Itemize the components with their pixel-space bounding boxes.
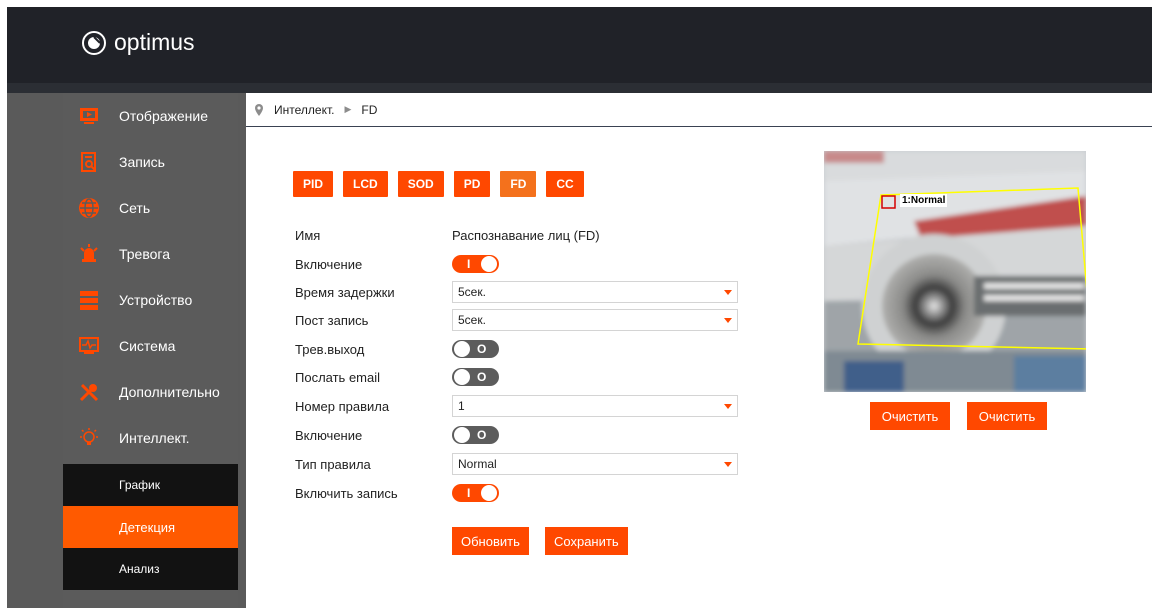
location-pin-icon <box>255 103 263 116</box>
logo-text: optimus <box>114 29 195 55</box>
record-enable-label: Включить запись <box>295 485 398 501</box>
sidebar-item-label: Интеллект. <box>119 430 190 446</box>
logo-icon <box>82 30 106 55</box>
dropdown-arrow-icon <box>724 290 732 295</box>
top-bar: optimus <box>7 7 1152 83</box>
post-record-label: Пост запись <box>295 312 369 328</box>
row-alarm-out: Трев.выход O <box>295 336 499 362</box>
sidebar-subitem-detection[interactable]: Детекция <box>63 506 238 548</box>
tab-fd[interactable]: FD <box>500 171 537 197</box>
breadcrumb-current: FD <box>361 102 378 117</box>
rule-number-label: Номер правила <box>295 398 390 414</box>
sidebar-item-label: Сеть <box>119 200 151 216</box>
sidebar: Отображение Запись Сеть Тревога Устройст… <box>63 93 238 608</box>
sidebar-item-label: Отображение <box>119 108 209 124</box>
sidebar-item-label: Система <box>119 338 176 354</box>
alarm-icon <box>78 243 100 265</box>
sidebar-subitem-analysis[interactable]: Анализ <box>63 548 238 590</box>
record-search-icon <box>78 151 100 173</box>
sidebar-subitem-schedule[interactable]: График <box>63 464 238 506</box>
row-name: Имя Распознавание лиц (FD) <box>295 222 600 248</box>
monitor-icon <box>78 105 100 127</box>
logo: optimus <box>82 29 195 56</box>
name-value: Распознавание лиц (FD) <box>452 227 600 243</box>
post-record-select[interactable]: 5сек. <box>452 309 738 331</box>
sidebar-item-alarm[interactable]: Тревога <box>63 231 238 277</box>
breadcrumb-separator-icon: ▶ <box>344 104 352 114</box>
enable-toggle[interactable]: I <box>452 255 499 273</box>
email-label: Послать email <box>295 369 381 385</box>
tab-cc[interactable]: CC <box>546 171 584 197</box>
breadcrumb: Интеллект. ▶ FD <box>246 93 1152 127</box>
row-rule-enable: Включение O <box>295 422 499 448</box>
alarm-out-toggle[interactable]: O <box>452 340 499 358</box>
rule-type-label: Тип правила <box>295 456 371 472</box>
bulb-icon <box>78 427 100 449</box>
row-rule-type: Тип правила Normal <box>295 451 738 477</box>
refresh-button[interactable]: Обновить <box>452 527 529 555</box>
breadcrumb-parent[interactable]: Интеллект. <box>274 103 334 117</box>
row-enable: Включение I <box>295 251 499 277</box>
row-email: Послать email O <box>295 364 499 390</box>
top-sub-bar <box>7 83 1152 93</box>
main-panel: Интеллект. ▶ FD PID LCD SOD PD FD CC Имя… <box>246 93 1152 608</box>
sidebar-item-record[interactable]: Запись <box>63 139 238 185</box>
clear-button-1[interactable]: Очистить <box>870 402 950 430</box>
dropdown-arrow-icon <box>724 462 732 467</box>
sidebar-item-display[interactable]: Отображение <box>63 93 238 139</box>
rule-number-select[interactable]: 1 <box>452 395 738 417</box>
tab-lcd[interactable]: LCD <box>343 171 388 197</box>
tab-sod[interactable]: SOD <box>397 171 444 197</box>
sidebar-item-label: Дополнительно <box>119 384 220 400</box>
save-button[interactable]: Сохранить <box>545 527 628 555</box>
name-label: Имя <box>295 227 321 243</box>
roi-label: 1:Normal <box>900 194 948 207</box>
row-record-enable: Включить запись I <box>295 480 499 506</box>
delay-select[interactable]: 5сек. <box>452 281 738 303</box>
sidebar-item-label: Тревога <box>119 246 170 262</box>
rule-type-select[interactable]: Normal <box>452 453 738 475</box>
system-monitor-icon <box>78 335 100 357</box>
sidebar-item-advanced[interactable]: Дополнительно <box>63 369 238 415</box>
tab-pd[interactable]: PD <box>453 171 491 197</box>
row-post-record: Пост запись 5сек. <box>295 307 738 333</box>
sidebar-item-intelligence[interactable]: Интеллект. <box>63 415 238 461</box>
delay-label: Время задержки <box>295 284 395 300</box>
sidebar-item-label: Запись <box>119 154 165 170</box>
sidebar-item-label: Устройство <box>119 292 193 308</box>
row-delay: Время задержки 5сек. <box>295 279 738 305</box>
rule-enable-toggle[interactable]: O <box>452 426 499 444</box>
sidebar-item-device[interactable]: Устройство <box>63 277 238 323</box>
dropdown-arrow-icon <box>724 318 732 323</box>
storage-icon <box>78 289 100 311</box>
tab-pid[interactable]: PID <box>293 171 334 197</box>
rule-enable-label: Включение <box>295 427 363 443</box>
dropdown-arrow-icon <box>724 404 732 409</box>
sidebar-item-network[interactable]: Сеть <box>63 185 238 231</box>
video-preview[interactable]: 1:Normal <box>824 151 1086 392</box>
globe-icon <box>78 197 100 219</box>
row-rule-number: Номер правила 1 <box>295 393 738 419</box>
sidebar-item-system[interactable]: Система <box>63 323 238 369</box>
camera-image <box>824 151 1086 392</box>
clear-button-2[interactable]: Очистить <box>967 402 1047 430</box>
detection-tabs: PID LCD SOD PD FD CC <box>293 171 584 197</box>
enable-label: Включение <box>295 256 363 272</box>
alarm-out-label: Трев.выход <box>295 341 365 357</box>
email-toggle[interactable]: O <box>452 368 499 386</box>
tools-icon <box>78 381 100 403</box>
record-enable-toggle[interactable]: I <box>452 484 499 502</box>
